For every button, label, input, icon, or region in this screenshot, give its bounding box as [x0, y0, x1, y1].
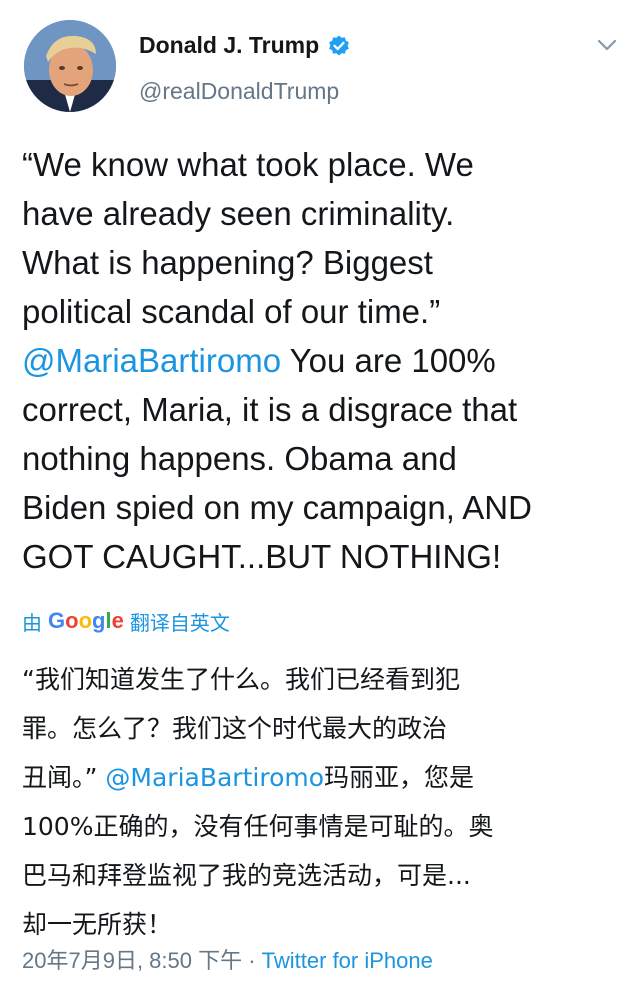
- timestamp[interactable]: 20年7月9日, 8:50 下午: [22, 948, 242, 973]
- translated-line: 罪。怎么了？我们这个时代最大的政治: [22, 714, 448, 743]
- tweet-line: correct, Maria, it is a disgrace that: [22, 391, 518, 428]
- author-name-row[interactable]: Donald J. Trump: [139, 32, 351, 59]
- author-handle[interactable]: @realDonaldTrump: [139, 78, 339, 105]
- translated-line: 却一无所获！: [22, 910, 173, 939]
- source-link[interactable]: Twitter for iPhone: [262, 948, 433, 973]
- mention-link[interactable]: @MariaBartiromo: [105, 763, 324, 792]
- translation-attribution[interactable]: 由 Google 翻译自英文: [22, 605, 230, 637]
- translated-line: “我们知道发生了什么。我们已经看到犯: [22, 665, 460, 694]
- translation-suffix: 翻译自英文: [129, 612, 230, 635]
- translation-prefix: 由: [22, 612, 42, 635]
- tweet-header: Donald J. Trump @realDonaldTrump: [0, 0, 640, 130]
- avatar-portrait-image: [24, 20, 116, 112]
- tweet-meta: 20年7月9日, 8:50 下午 · Twitter for iPhone: [22, 943, 433, 975]
- tweet-line: What is happening? Biggest: [22, 244, 433, 281]
- tweet-line: GOT CAUGHT...BUT NOTHING!: [22, 538, 502, 575]
- google-logo: Google: [48, 608, 124, 633]
- author-name[interactable]: Donald J. Trump: [139, 32, 319, 59]
- meta-separator: ·: [242, 948, 262, 973]
- translated-text: “我们知道发生了什么。我们已经看到犯 罪。怎么了？我们这个时代最大的政治 丑闻。…: [22, 655, 622, 949]
- verified-badge-icon: [329, 35, 350, 55]
- tweet-line: Biden spied on my campaign, AND: [22, 489, 532, 526]
- translated-line: 100%正确的，没有任何事情是可耻的。奥: [22, 812, 494, 841]
- translated-line: 丑闻。” @MariaBartiromo玛丽亚，您是: [22, 763, 475, 792]
- tweet-line: political scandal of our time.”: [22, 293, 441, 330]
- tweet-line: @MariaBartiromo You are 100%: [22, 342, 496, 379]
- tweet-line: “We know what took place. We: [22, 146, 474, 183]
- translated-line: 巴马和拜登监视了我的竞选活动，可是...: [22, 861, 471, 890]
- mention-link[interactable]: @MariaBartiromo: [22, 342, 281, 379]
- tweet-text: “We know what took place. We have alread…: [22, 140, 622, 581]
- tweet-line: nothing happens. Obama and: [22, 440, 457, 477]
- chevron-down-icon[interactable]: [596, 36, 618, 54]
- tweet-line: have already seen criminality.: [22, 195, 455, 232]
- avatar[interactable]: [24, 20, 116, 112]
